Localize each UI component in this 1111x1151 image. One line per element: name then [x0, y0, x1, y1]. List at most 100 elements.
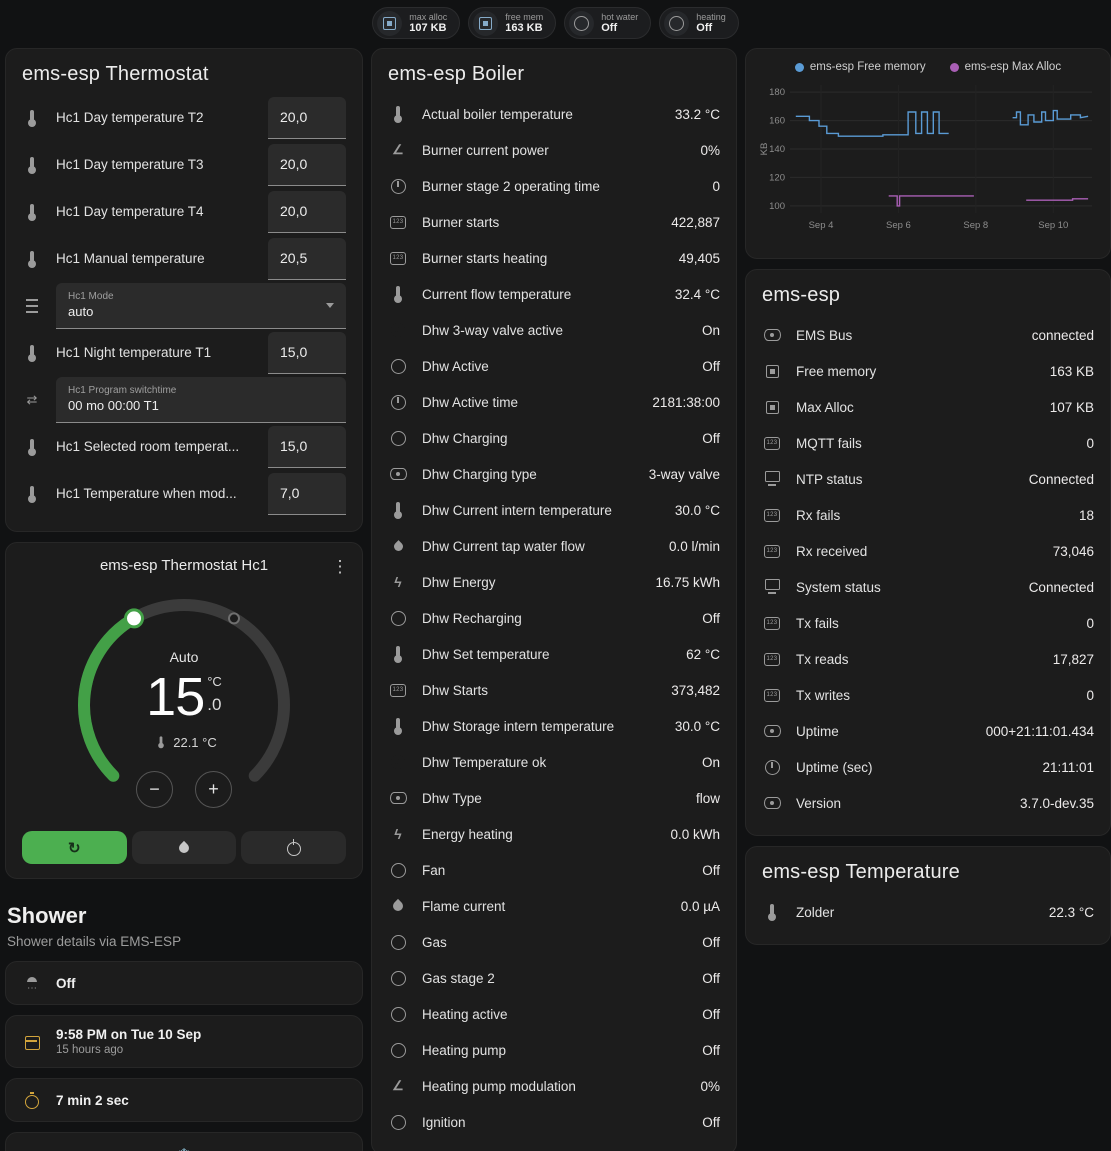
status-badge[interactable]: free mem 163 KB [468, 7, 556, 39]
entity-row[interactable]: Dhw Set temperature 62 °C [388, 636, 720, 672]
number-input[interactable]: 20,0 [268, 144, 346, 186]
entity-row[interactable]: Dhw Storage intern temperature 30.0 °C [388, 708, 720, 744]
cold-shot-card[interactable] [5, 1132, 363, 1151]
legend-item[interactable]: ems-esp Max Alloc [950, 61, 1062, 73]
entity-row[interactable]: Free memory 163 KB [762, 353, 1094, 389]
more-menu-icon[interactable] [330, 557, 350, 577]
circle-icon [388, 860, 408, 880]
entity-row-mode[interactable]: Hc1 Mode auto [22, 282, 346, 329]
status-badge[interactable]: max alloc 107 KB [372, 7, 460, 39]
temp-decrease-button[interactable]: − [136, 771, 173, 808]
mode-select[interactable]: Hc1 Mode auto [56, 283, 346, 329]
entity-row-manual-temp[interactable]: Hc1 Manual temperature 20,5 [22, 235, 346, 282]
entity-row-program-switchtime[interactable]: Hc1 Program switchtime 00 mo 00:00 T1 [22, 376, 346, 423]
entity-row[interactable]: Tx writes 0 [762, 677, 1094, 713]
entity-row-day-temp-t3[interactable]: Hc1 Day temperature T3 20,0 [22, 141, 346, 188]
counter-icon [762, 613, 782, 633]
entity-row[interactable]: Burner starts heating 49,405 [388, 240, 720, 276]
entity-value: Off [702, 431, 720, 446]
entity-row[interactable]: Uptime 000+21:11:01.434 [762, 713, 1094, 749]
entity-row[interactable]: Burner starts 422,887 [388, 204, 720, 240]
number-input[interactable]: 20,5 [268, 238, 346, 280]
temp-increase-button[interactable]: + [195, 771, 232, 808]
entity-row[interactable]: Gas stage 2 Off [388, 960, 720, 996]
entity-label: Dhw Type [422, 791, 682, 806]
number-input[interactable]: 15,0 [268, 426, 346, 468]
entity-row-temp-when-mode[interactable]: Hc1 Temperature when mod... 7,0 [22, 470, 346, 517]
entity-row[interactable]: Actual boiler temperature 33.2 °C [388, 96, 720, 132]
entity-row[interactable]: Dhw Energy 16.75 kWh [388, 564, 720, 600]
entity-row[interactable]: Dhw Active Off [388, 348, 720, 384]
angle-icon [388, 140, 408, 160]
entity-row[interactable]: EMS Bus connected [762, 317, 1094, 353]
entity-value: 17,827 [1053, 652, 1094, 667]
legend-item[interactable]: ems-esp Free memory [795, 61, 926, 73]
number-input[interactable]: 20,0 [268, 191, 346, 233]
thermo-icon [388, 716, 408, 736]
mode-auto-button[interactable] [22, 831, 127, 864]
entity-row[interactable]: Dhw Current tap water flow 0.0 l/min [388, 528, 720, 564]
entity-row[interactable]: Dhw Starts 373,482 [388, 672, 720, 708]
entity-row[interactable]: Dhw 3-way valve active On [388, 312, 720, 348]
entity-row[interactable]: System status Connected [762, 569, 1094, 605]
entity-row[interactable]: Gas Off [388, 924, 720, 960]
entity-row[interactable]: Max Alloc 107 KB [762, 389, 1094, 425]
entity-row[interactable]: Heating pump modulation 0% [388, 1068, 720, 1104]
card-title: ems-esp [762, 284, 1094, 307]
entity-row[interactable]: Tx reads 17,827 [762, 641, 1094, 677]
entity-row[interactable]: Heating pump Off [388, 1032, 720, 1068]
number-input[interactable]: 7,0 [268, 473, 346, 515]
entity-row[interactable]: Dhw Recharging Off [388, 600, 720, 636]
entity-row[interactable]: Burner stage 2 operating time 0 [388, 168, 720, 204]
switchtime-input[interactable]: Hc1 Program switchtime 00 mo 00:00 T1 [56, 377, 346, 423]
thermo-icon [388, 104, 408, 124]
entity-label: Dhw Starts [422, 683, 657, 698]
entity-row[interactable]: Rx fails 18 [762, 497, 1094, 533]
entity-row[interactable]: Fan Off [388, 852, 720, 888]
counter-icon [762, 505, 782, 525]
entity-row[interactable]: Dhw Temperature ok On [388, 744, 720, 780]
entity-value: Connected [1029, 580, 1094, 595]
entity-row[interactable]: Dhw Type flow [388, 780, 720, 816]
entity-row[interactable]: Burner current power 0% [388, 132, 720, 168]
badge-value: Off [601, 22, 638, 35]
entity-row[interactable]: Dhw Charging Off [388, 420, 720, 456]
dial-knob[interactable] [126, 610, 143, 627]
entity-label: Dhw Energy [422, 575, 641, 590]
number-input[interactable]: 15,0 [268, 332, 346, 374]
entity-row[interactable]: Rx received 73,046 [762, 533, 1094, 569]
entity-row[interactable]: Tx fails 0 [762, 605, 1094, 641]
right-column: ems-esp Free memoryems-esp Max Alloc 100… [745, 48, 1111, 945]
entity-row-day-temp-t4[interactable]: Hc1 Day temperature T4 20,0 [22, 188, 346, 235]
entity-row[interactable]: MQTT fails 0 [762, 425, 1094, 461]
entity-row-night-temp[interactable]: Hc1 Night temperature T1 15,0 [22, 329, 346, 376]
entity-row-selected-room-temp[interactable]: Hc1 Selected room temperat... 15,0 [22, 423, 346, 470]
entity-row[interactable]: Heating active Off [388, 996, 720, 1032]
number-input[interactable]: 20,0 [268, 97, 346, 139]
entity-row[interactable]: Zolder 22.3 °C [762, 894, 1094, 930]
entity-row[interactable]: NTP status Connected [762, 461, 1094, 497]
shower-last-card[interactable]: 9:58 PM on Tue 10 Sep 15 hours ago [5, 1015, 363, 1068]
circle-icon [388, 932, 408, 952]
thermostat-dial[interactable]: Auto 15 °C .0 22.1 °C − + [64, 585, 304, 825]
mode-off-button[interactable] [241, 831, 346, 864]
entity-row[interactable]: Dhw Charging type 3-way valve [388, 456, 720, 492]
shower-duration-card[interactable]: 7 min 2 sec [5, 1078, 363, 1122]
entity-row[interactable]: Version 3.7.0-dev.35 [762, 785, 1094, 821]
tap-icon [388, 536, 408, 556]
status-badge[interactable]: hot water Off [564, 7, 651, 39]
entity-value: 62 °C [686, 647, 720, 662]
entity-row-day-temp-t2[interactable]: Hc1 Day temperature T2 20,0 [22, 94, 346, 141]
entity-row[interactable]: Dhw Current intern temperature 30.0 °C [388, 492, 720, 528]
entity-row[interactable]: Flame current 0.0 µA [388, 888, 720, 924]
entity-row[interactable]: Current flow temperature 32.4 °C [388, 276, 720, 312]
shower-state-card[interactable]: Off [5, 961, 363, 1005]
entity-row[interactable]: Ignition Off [388, 1104, 720, 1140]
mode-heat-button[interactable] [132, 831, 237, 864]
entity-value: 3-way valve [649, 467, 720, 482]
entity-row[interactable]: Uptime (sec) 21:11:01 [762, 749, 1094, 785]
entity-row[interactable]: Energy heating 0.0 kWh [388, 816, 720, 852]
entity-row[interactable]: Dhw Active time 2181:38:00 [388, 384, 720, 420]
power-icon [284, 838, 304, 858]
status-badge[interactable]: heating Off [659, 7, 739, 39]
